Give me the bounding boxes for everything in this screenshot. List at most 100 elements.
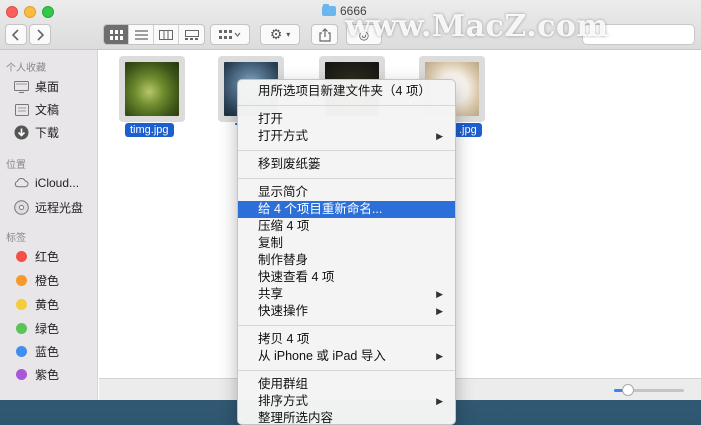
menu-separator	[238, 150, 455, 151]
sidebar-item-tag-red[interactable]: 红色	[14, 248, 59, 265]
submenu-arrow-icon: ▶	[436, 289, 443, 299]
sidebar-item-label: 紫色	[35, 368, 60, 382]
menu-item-sort-by[interactable]: 排序方式 ▶	[238, 393, 455, 410]
sidebar-header-tags: 标签	[6, 233, 26, 244]
submenu-arrow-icon: ▶	[436, 396, 443, 406]
image-thumbnail	[125, 62, 179, 116]
sidebar-item-remote-disc[interactable]: 远程光盘	[14, 199, 83, 216]
menu-item-make-alias[interactable]: 制作替身	[238, 252, 455, 269]
sidebar-item-downloads[interactable]: 下载	[14, 124, 59, 141]
chevron-down-icon: ▾	[286, 30, 291, 39]
sidebar-item-label: 桌面	[35, 80, 60, 94]
sidebar-item-icloud[interactable]: iCloud...	[14, 175, 79, 190]
back-button[interactable]	[5, 24, 27, 45]
forward-button[interactable]	[29, 24, 51, 45]
menu-item-open[interactable]: 打开	[238, 111, 455, 128]
sidebar-item-tag-orange[interactable]: 橙色	[14, 272, 59, 289]
sidebar-item-tag-yellow[interactable]: 黄色	[14, 296, 59, 313]
file-thumbnail[interactable]	[119, 56, 185, 122]
menu-item-use-groups[interactable]: 使用群组	[238, 376, 455, 393]
menu-item-rename[interactable]: 给 4 个项目重新命名...	[238, 201, 455, 218]
column-view-icon	[159, 29, 173, 40]
menu-item-duplicate[interactable]: 复制	[238, 235, 455, 252]
gallery-view-button[interactable]	[179, 25, 204, 44]
cloud-icon	[14, 175, 29, 190]
red-tag-dot-icon	[16, 251, 27, 262]
sidebar-header-locations: 位置	[6, 160, 26, 171]
list-view-icon	[134, 29, 148, 40]
icon-size-slider[interactable]	[614, 384, 684, 396]
list-view-button[interactable]	[129, 25, 154, 44]
menu-item-quick-look[interactable]: 快速查看 4 项	[238, 269, 455, 286]
sidebar-item-tag-blue[interactable]: 蓝色	[14, 343, 59, 360]
submenu-arrow-icon: ▶	[436, 306, 443, 316]
toolbar: 6666 ⚙ ▾ ◎ www.MacZ.com	[0, 0, 701, 50]
submenu-arrow-icon: ▶	[436, 131, 443, 141]
sidebar-item-label: 下载	[35, 126, 60, 140]
menu-item-copy[interactable]: 拷贝 4 项	[238, 331, 455, 348]
context-menu: 用所选项目新建文件夹（4 项） 打开 打开方式 ▶ 移到废纸篓 显示简介 给 4 …	[237, 79, 456, 425]
sidebar-item-desktop[interactable]: 桌面	[14, 78, 59, 95]
sidebar-item-label: iCloud...	[35, 175, 80, 190]
menu-item-quick-actions[interactable]: 快速操作 ▶	[238, 303, 455, 320]
sidebar-item-documents[interactable]: 文稿	[14, 101, 59, 118]
menu-item-clean-up-selection[interactable]: 整理所选内容	[238, 410, 455, 424]
zoom-window-button[interactable]	[42, 6, 54, 18]
menu-item-compress[interactable]: 压缩 4 项	[238, 218, 455, 235]
menu-item-share[interactable]: 共享 ▶	[238, 286, 455, 303]
purple-tag-dot-icon	[16, 369, 27, 380]
menu-item-open-with[interactable]: 打开方式 ▶	[238, 128, 455, 145]
green-tag-dot-icon	[16, 323, 27, 334]
gallery-view-icon	[184, 29, 199, 40]
sidebar-item-label: 远程光盘	[35, 201, 84, 215]
blue-tag-dot-icon	[16, 346, 27, 357]
sidebar-item-label: 橙色	[35, 274, 60, 288]
yellow-tag-dot-icon	[16, 299, 27, 310]
close-window-button[interactable]	[6, 6, 18, 18]
menu-item-label: 打开方式	[258, 129, 309, 143]
menu-separator	[238, 370, 455, 371]
menu-item-get-info[interactable]: 显示简介	[238, 184, 455, 201]
sidebar-header-favorites: 个人收藏	[6, 63, 46, 74]
gear-icon: ⚙	[269, 26, 283, 42]
group-by-button[interactable]	[210, 24, 250, 45]
download-icon	[14, 125, 29, 140]
document-icon	[14, 102, 29, 117]
sidebar: 个人收藏 桌面 文稿 下载 位置 iCloud... 远程光盘 标签 红色 橙色…	[0, 50, 98, 400]
column-view-button[interactable]	[154, 25, 179, 44]
share-icon	[318, 27, 331, 42]
group-grid-icon	[219, 29, 241, 39]
sidebar-item-label: 文稿	[35, 103, 60, 117]
submenu-arrow-icon: ▶	[436, 351, 443, 361]
slider-knob[interactable]	[622, 384, 634, 396]
chevron-right-icon	[37, 28, 44, 41]
menu-item-new-folder-with-selection[interactable]: 用所选项目新建文件夹（4 项）	[238, 83, 455, 100]
menu-item-label: 排序方式	[258, 394, 309, 408]
sidebar-item-label: 红色	[35, 250, 60, 264]
file-name-label[interactable]: timg.jpg	[125, 123, 174, 137]
view-mode-segment[interactable]	[103, 24, 205, 45]
orange-tag-dot-icon	[16, 275, 27, 286]
icon-view-button[interactable]	[104, 25, 129, 44]
sidebar-item-tag-green[interactable]: 绿色	[14, 320, 59, 337]
folder-icon	[322, 4, 336, 16]
menu-separator	[238, 178, 455, 179]
watermark: www.MacZ.com	[345, 9, 609, 44]
chevron-left-icon	[12, 28, 19, 41]
disc-icon	[14, 200, 29, 215]
sidebar-item-tag-purple[interactable]: 紫色	[14, 366, 59, 383]
file-name-label[interactable]: .jpg	[454, 123, 482, 137]
menu-separator	[238, 325, 455, 326]
sidebar-item-label: 蓝色	[35, 345, 60, 359]
sidebar-item-label: 绿色	[35, 322, 60, 336]
icon-view-icon	[109, 29, 123, 40]
share-button[interactable]	[311, 24, 338, 45]
menu-item-label: 快速操作	[258, 304, 309, 318]
menu-item-import-from-iphone[interactable]: 从 iPhone 或 iPad 导入 ▶	[238, 348, 455, 365]
menu-item-move-to-trash[interactable]: 移到废纸篓	[238, 156, 455, 173]
menu-item-label: 从 iPhone 或 iPad 导入	[258, 349, 386, 363]
action-menu-button[interactable]: ⚙ ▾	[260, 24, 300, 45]
minimize-window-button[interactable]	[24, 6, 36, 18]
menu-separator	[238, 105, 455, 106]
desktop-icon	[14, 79, 29, 94]
